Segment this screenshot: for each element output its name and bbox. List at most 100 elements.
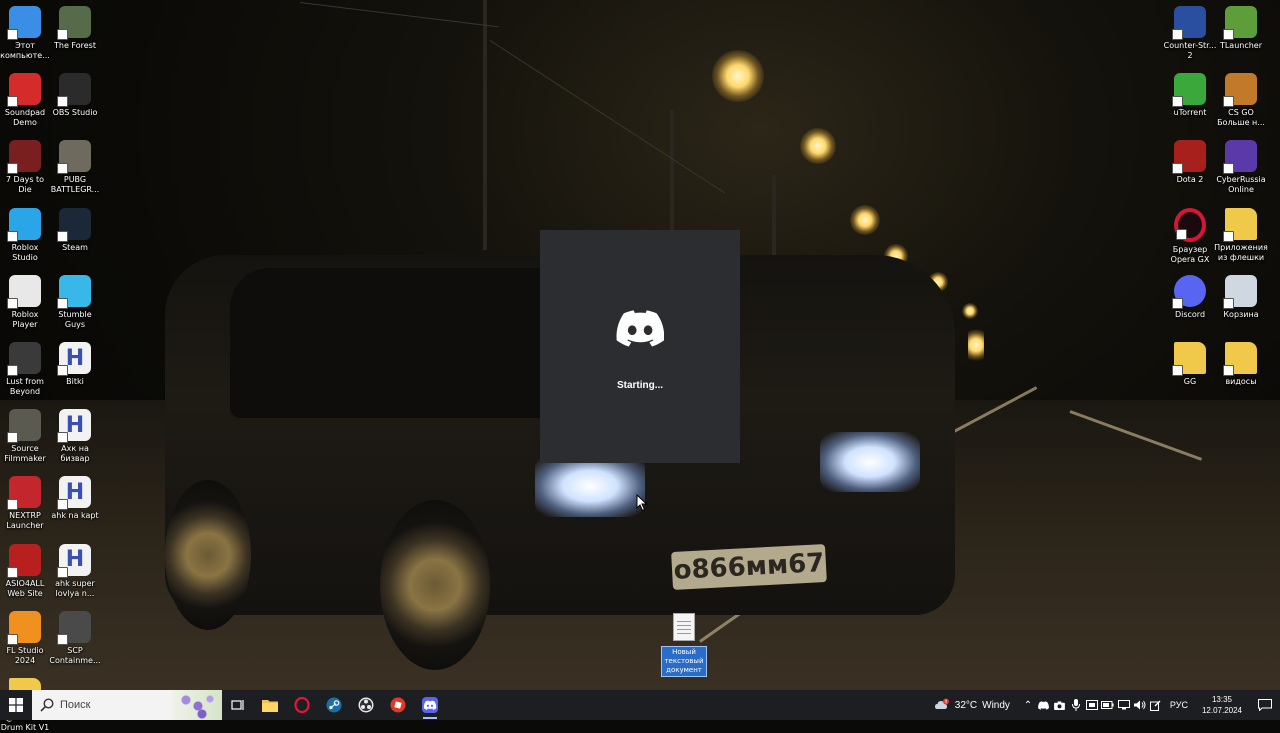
input-language-indicator[interactable]: РУС — [1170, 700, 1188, 710]
desktop-icon[interactable]: 7 Days to Die — [0, 140, 52, 195]
task-view-button[interactable] — [222, 690, 254, 720]
clock-time: 13:35 — [1211, 695, 1232, 704]
desktop-icon[interactable]: Roblox Player — [0, 274, 52, 330]
soundpad-icon — [7, 73, 41, 108]
desktop-icon-label: Dota 2 — [1176, 175, 1204, 185]
tray-discord-icon[interactable] — [1036, 690, 1052, 720]
car-wheel — [165, 480, 251, 630]
taskbar: Поиск 32°C Windy ⌃ РУС 13:35 12.07.2024 — [0, 690, 1280, 720]
wallpaper-pole — [670, 110, 674, 230]
desktop-icon[interactable]: Корзина — [1214, 274, 1268, 320]
discord-logo-icon — [616, 310, 664, 347]
source-filmmaker-icon — [7, 409, 41, 444]
opera-gx-taskbar-button[interactable] — [286, 690, 318, 720]
volume-icon[interactable] — [1132, 690, 1148, 720]
desktop-icon-label: OBS Studio — [52, 108, 98, 118]
desktop-icon[interactable]: Source Filmmaker — [0, 409, 52, 464]
desktop-icon-label: 7 Days to Die — [5, 175, 45, 195]
wallpaper-pole — [483, 0, 487, 250]
this-pc-icon — [7, 6, 41, 40]
steam-icon — [57, 207, 91, 242]
desktop-icon[interactable]: Counter-Str... 2 — [1163, 6, 1217, 61]
tray-edit-icon[interactable] — [1148, 690, 1164, 720]
discord-taskbar-button[interactable] — [414, 690, 446, 720]
street-lamp — [850, 205, 880, 235]
obs-studio-icon — [358, 697, 374, 713]
desktop-icon[interactable]: Этот компьюте... — [0, 6, 52, 61]
desktop-icon-label: NEXTRP Launcher — [6, 511, 44, 531]
desktop-icon[interactable]: Hahk na kapt — [48, 476, 102, 521]
street-lamp — [800, 128, 836, 164]
desktop-icon[interactable]: Steam — [48, 207, 102, 253]
desktop-icon[interactable]: Браузер Opera GX — [1163, 207, 1217, 265]
desktop-icon[interactable]: CyberRussia Online — [1214, 140, 1268, 195]
steam-icon — [326, 697, 342, 713]
desktop-icon[interactable]: H Bitki — [48, 342, 102, 387]
desktop-icon[interactable]: Discord — [1163, 274, 1217, 320]
desktop-icon[interactable]: GG — [1163, 342, 1217, 387]
car-wheel — [380, 500, 490, 670]
desktop-text-file[interactable]: Новый текстовый документ — [661, 613, 707, 677]
desktop-icon[interactable]: Приложения из флешки — [1214, 207, 1268, 263]
desktop-icon-label: The Forest — [54, 41, 96, 50]
tray-app-icon[interactable] — [1084, 690, 1100, 720]
autohotkey-icon: H — [57, 409, 91, 444]
notification-icon — [1258, 699, 1272, 711]
desktop-icon[interactable]: PUBG BATTLEGR... — [48, 140, 102, 195]
fl-studio-icon — [7, 610, 41, 645]
autohotkey-icon: H — [57, 342, 91, 376]
desktop-icon[interactable]: ASIO4ALL Web Site — [0, 543, 52, 599]
desktop-icon[interactable]: The Forest — [48, 6, 102, 51]
desktop-icon-label: PUBG BATTLEGR... — [50, 175, 100, 195]
desktop-icon-label: Roblox Studio — [11, 242, 39, 262]
desktop-icon-label: Приложения из флешки — [1214, 242, 1268, 262]
desktop-icon[interactable]: H Ахк на бизвар — [48, 409, 102, 464]
desktop-icon[interactable]: TLauncher — [1214, 6, 1268, 51]
desktop-icon-label: uTorrent — [1173, 108, 1207, 118]
desktop-icon[interactable]: Roblox Studio — [0, 207, 52, 263]
desktop-icon[interactable]: CS GO Больше н... — [1214, 73, 1268, 128]
discord-icon — [422, 697, 438, 713]
dota-2-icon — [1172, 140, 1206, 175]
desktop-icon[interactable]: Dota 2 — [1163, 140, 1217, 185]
desktop-icon[interactable]: FL Studio 2024 — [0, 610, 52, 666]
taskbar-search-box[interactable]: Поиск — [32, 690, 222, 720]
desktop-icon-label: Ахк на бизвар — [60, 444, 90, 464]
desktop-icon[interactable]: OBS Studio — [48, 73, 102, 118]
obs-studio-taskbar-button[interactable] — [350, 690, 382, 720]
7-days-to-die-icon — [7, 140, 41, 175]
clock[interactable]: 13:35 12.07.2024 — [1202, 694, 1242, 716]
desktop-icon[interactable]: NEXTRP Launcher — [0, 476, 52, 531]
system-tray: 32°C Windy ⌃ РУС 13:35 12.07.2024 — [934, 690, 1280, 720]
desktop-icon-label: Steam — [62, 242, 88, 252]
desktop-icon[interactable]: Lust from Beyond — [0, 342, 52, 397]
desktop-icon[interactable]: Hahk super lovlya n... — [48, 543, 102, 599]
roblox-taskbar-button[interactable] — [382, 690, 414, 720]
search-highlight-image — [172, 690, 222, 720]
microphone-icon[interactable] — [1068, 690, 1084, 720]
opera-gx-icon — [1174, 207, 1206, 242]
discord-splash-window: Starting... — [540, 230, 740, 463]
file-explorer-icon — [262, 699, 278, 712]
recycle-bin-icon — [1223, 274, 1257, 309]
desktop-text-file-label: Новый текстовый документ — [661, 646, 707, 677]
tray-camera-icon[interactable] — [1052, 690, 1068, 720]
start-button[interactable] — [0, 690, 32, 720]
desktop-icon[interactable]: SCP Containme... — [48, 610, 102, 666]
show-hidden-icons-chevron-up-icon[interactable]: ⌃ — [1020, 690, 1036, 720]
file-explorer-taskbar-button[interactable] — [254, 690, 286, 720]
desktop-icon[interactable]: Soundpad Demo — [0, 73, 52, 128]
weather-temperature: 32°C — [954, 699, 978, 711]
desktop-icon[interactable]: uTorrent — [1163, 73, 1217, 118]
desktop-icon[interactable]: Stumble Guys — [48, 274, 102, 330]
the-forest-icon — [57, 6, 91, 40]
network-icon[interactable] — [1116, 690, 1132, 720]
steam-taskbar-button[interactable] — [318, 690, 350, 720]
weather-widget[interactable]: 32°C Windy — [934, 698, 1010, 712]
notification-center-button[interactable] — [1250, 690, 1280, 720]
desktop-icon-label: FL Studio 2024 — [6, 645, 44, 665]
nextrp-icon — [7, 476, 41, 511]
desktop-icon[interactable]: видосы — [1214, 342, 1268, 387]
battery-icon[interactable] — [1100, 690, 1116, 720]
utorrent-icon — [1172, 73, 1206, 108]
